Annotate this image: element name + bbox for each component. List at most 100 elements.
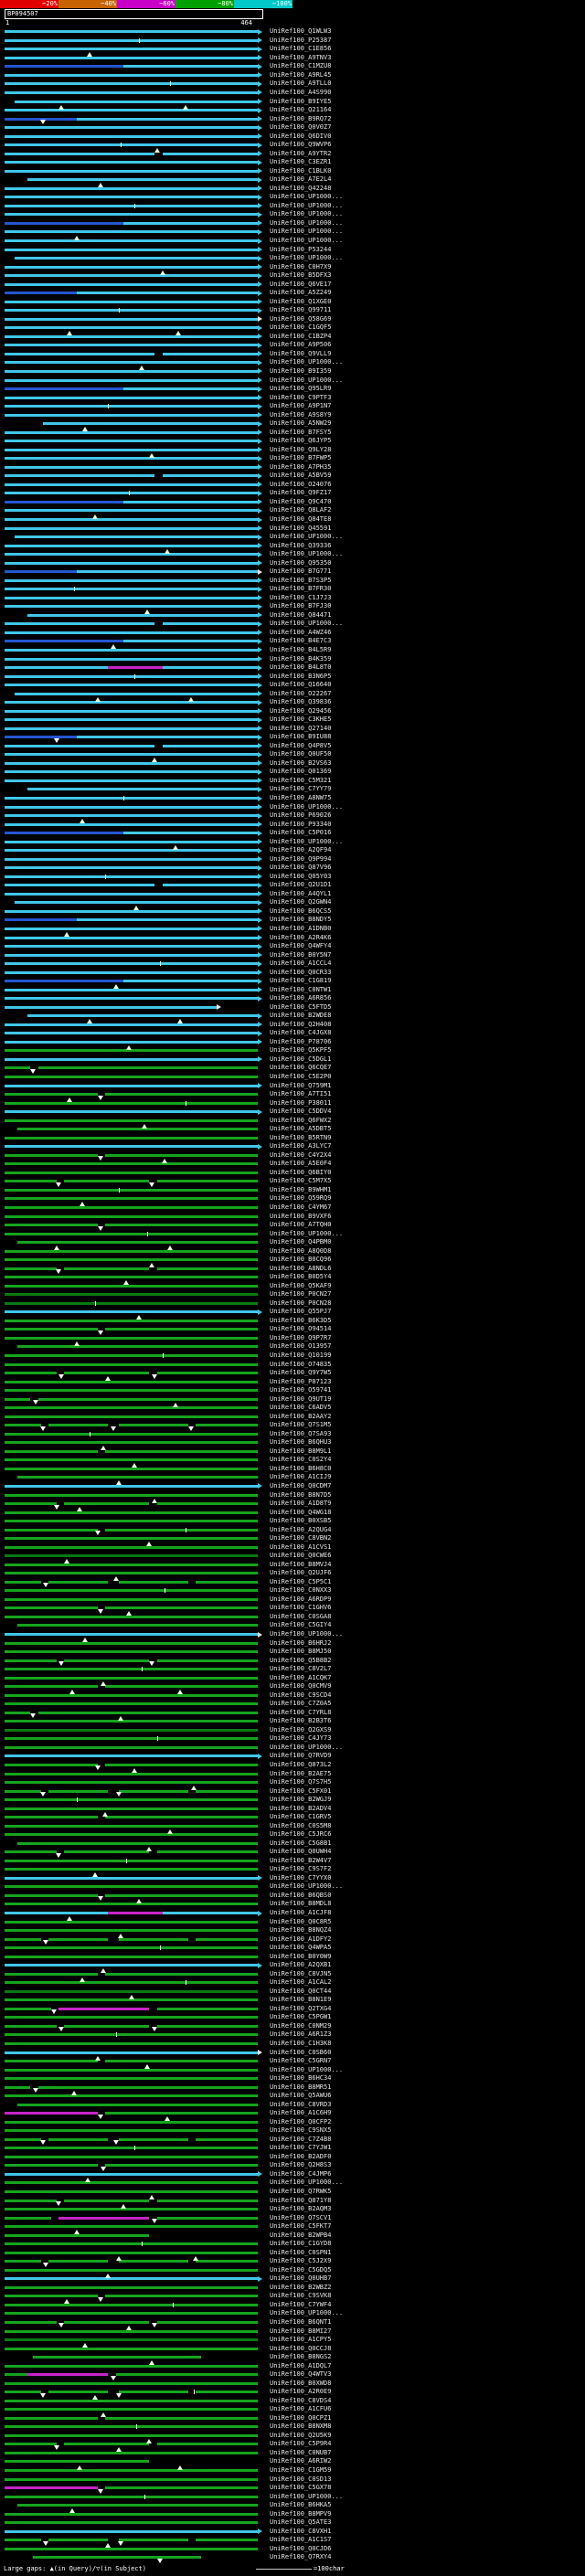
hit-bar[interactable] bbox=[5, 2048, 263, 2057]
hit-label[interactable]: UniRef100_Q27140 bbox=[270, 726, 331, 732]
hit-label[interactable]: UniRef100_C0H7X9 bbox=[270, 264, 331, 270]
hit-bar[interactable] bbox=[5, 933, 263, 942]
hit-bar[interactable] bbox=[5, 1186, 263, 1195]
hit-bar[interactable] bbox=[5, 237, 263, 246]
hit-bar[interactable] bbox=[5, 2432, 263, 2441]
hit-label[interactable]: UniRef100_B8MR51 bbox=[270, 2084, 331, 2091]
hit-label[interactable]: UniRef100_C8VDS4 bbox=[270, 2398, 331, 2404]
hit-bar[interactable] bbox=[5, 202, 263, 211]
hit-label[interactable]: UniRef100_Q0CMV9 bbox=[270, 1683, 331, 1690]
hit-bar[interactable] bbox=[5, 1229, 263, 1238]
hit-label[interactable]: UniRef100_B0XWD8 bbox=[270, 2380, 331, 2387]
hit-bar[interactable] bbox=[5, 1752, 263, 1761]
hit-label[interactable]: UniRef100_A9RL45 bbox=[270, 72, 331, 79]
hit-bar[interactable] bbox=[5, 672, 263, 681]
hit-label[interactable]: UniRef100_Q9P7R7 bbox=[270, 1335, 331, 1341]
hit-bar[interactable] bbox=[5, 1003, 263, 1012]
hit-bar[interactable] bbox=[5, 629, 263, 638]
hit-bar[interactable] bbox=[5, 1169, 263, 1178]
hit-label[interactable]: UniRef100_UP1000... bbox=[270, 203, 343, 209]
hit-bar[interactable] bbox=[5, 1194, 263, 1203]
hit-bar[interactable] bbox=[5, 1569, 263, 1578]
hit-bar[interactable] bbox=[5, 2057, 263, 2066]
hit-label[interactable]: UniRef100_B7G771 bbox=[270, 568, 331, 575]
hit-bar[interactable] bbox=[5, 2126, 263, 2136]
hit-bar[interactable] bbox=[5, 794, 263, 803]
hit-bar[interactable] bbox=[5, 1796, 263, 1805]
hit-bar[interactable] bbox=[5, 97, 263, 106]
hit-label[interactable]: UniRef100_C5GRN7 bbox=[270, 2058, 331, 2064]
hit-label[interactable]: UniRef100_Q1XGE0 bbox=[270, 299, 331, 305]
hit-bar[interactable] bbox=[5, 2231, 263, 2240]
hit-label[interactable]: UniRef100_C5E2P0 bbox=[270, 1074, 331, 1080]
hit-bar[interactable] bbox=[5, 654, 263, 663]
hit-label[interactable]: UniRef100_A1CAL2 bbox=[270, 1979, 331, 1986]
hit-label[interactable]: UniRef100_UP1000... bbox=[270, 194, 343, 200]
hit-label[interactable]: UniRef100_Q0CDM7 bbox=[270, 1483, 331, 1489]
hit-bar[interactable] bbox=[5, 167, 263, 176]
hit-label[interactable]: UniRef100_O74835 bbox=[270, 1362, 331, 1368]
hit-label[interactable]: UniRef100_A1DNB0 bbox=[270, 926, 331, 932]
hit-label[interactable]: UniRef100_Q9LY28 bbox=[270, 447, 331, 453]
hit-label[interactable]: UniRef100_C3EZR1 bbox=[270, 159, 331, 165]
hit-bar[interactable] bbox=[5, 54, 263, 63]
hit-bar[interactable] bbox=[5, 802, 263, 811]
hit-label[interactable]: UniRef100_A6RDP9 bbox=[270, 1596, 331, 1603]
hit-bar[interactable] bbox=[5, 1552, 263, 1561]
hit-bar[interactable] bbox=[5, 419, 263, 429]
hit-bar[interactable] bbox=[5, 829, 263, 838]
hit-label[interactable]: UniRef100_C6ADV5 bbox=[270, 1405, 331, 1411]
hit-label[interactable]: UniRef100_A2R0E9 bbox=[270, 2389, 331, 2395]
hit-label[interactable]: UniRef100_Q7S7H5 bbox=[270, 1779, 331, 1786]
hit-bar[interactable] bbox=[5, 1682, 263, 1691]
hit-bar[interactable] bbox=[5, 873, 263, 882]
hit-bar[interactable] bbox=[5, 1892, 263, 1901]
hit-label[interactable]: UniRef100_Q1WLW3 bbox=[270, 28, 331, 35]
hit-bar[interactable] bbox=[5, 1256, 263, 1265]
hit-label[interactable]: UniRef100_A6R856 bbox=[270, 995, 331, 1002]
hit-label[interactable]: UniRef100_C1G819 bbox=[270, 978, 331, 984]
hit-bar[interactable] bbox=[5, 1482, 263, 1491]
hit-label[interactable]: UniRef100_C7Z4B8 bbox=[270, 2136, 331, 2143]
hit-label[interactable]: UniRef100_B0Y5N7 bbox=[270, 952, 331, 959]
hit-bar[interactable] bbox=[5, 663, 263, 673]
hit-bar[interactable] bbox=[5, 1421, 263, 1430]
hit-bar[interactable] bbox=[5, 1046, 263, 1055]
hit-bar[interactable] bbox=[5, 428, 263, 437]
hit-bar[interactable] bbox=[5, 1578, 263, 1587]
hit-bar[interactable] bbox=[5, 210, 263, 219]
hit-bar[interactable] bbox=[5, 141, 263, 150]
hit-label[interactable]: UniRef100_A9P1N7 bbox=[270, 403, 331, 409]
hit-label[interactable]: UniRef100_A9YTR2 bbox=[270, 151, 331, 157]
hit-bar[interactable] bbox=[5, 1673, 263, 1682]
hit-label[interactable]: UniRef100_C0SPN1 bbox=[270, 2250, 331, 2256]
hit-label[interactable]: UniRef100_C1BZP4 bbox=[270, 334, 331, 340]
hit-label[interactable]: UniRef100_B2B3T6 bbox=[270, 1718, 331, 1724]
hit-bar[interactable] bbox=[5, 1935, 263, 1944]
hit-bar[interactable] bbox=[5, 1116, 263, 1125]
hit-label[interactable]: UniRef100_Q21164 bbox=[270, 107, 331, 113]
hit-bar[interactable] bbox=[5, 1534, 263, 1543]
hit-label[interactable]: UniRef100_Q9UT19 bbox=[270, 1396, 331, 1403]
hit-label[interactable]: UniRef100_A5E0F4 bbox=[270, 1161, 331, 1167]
hit-bar[interactable] bbox=[5, 716, 263, 725]
hit-label[interactable]: UniRef100_B8MPV9 bbox=[270, 2511, 331, 2518]
hit-label[interactable]: UniRef100_Q0C8R5 bbox=[270, 1919, 331, 1925]
hit-bar[interactable] bbox=[5, 959, 263, 969]
hit-bar[interactable] bbox=[5, 1744, 263, 1753]
hit-label[interactable]: UniRef100_C0SB60 bbox=[270, 2050, 331, 2056]
hit-bar[interactable] bbox=[5, 1813, 263, 1822]
hit-bar[interactable] bbox=[5, 646, 263, 655]
hit-label[interactable]: UniRef100_C7YYX0 bbox=[270, 1875, 331, 1882]
hit-bar[interactable] bbox=[5, 123, 263, 133]
hit-bar[interactable] bbox=[5, 350, 263, 359]
hit-label[interactable]: UniRef100_Q0UHB7 bbox=[270, 2275, 331, 2282]
hit-bar[interactable] bbox=[5, 1352, 263, 1361]
hit-bar[interactable] bbox=[5, 2301, 263, 2310]
hit-bar[interactable] bbox=[5, 1177, 263, 1186]
hit-label[interactable]: UniRef100_B8MVJ4 bbox=[270, 1562, 331, 1568]
hit-label[interactable]: UniRef100_B7FWP5 bbox=[270, 455, 331, 461]
hit-label[interactable]: UniRef100_C0S5M8 bbox=[270, 1823, 331, 1829]
hit-label[interactable]: UniRef100_C1GM59 bbox=[270, 2467, 331, 2474]
hit-label[interactable]: UniRef100_Q6JYP5 bbox=[270, 438, 331, 444]
